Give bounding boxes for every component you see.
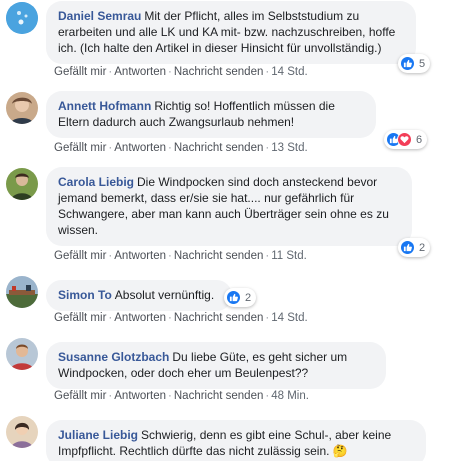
comment-actions: Gefällt mir · Antworten · Nachricht senden · 1… [54,250,307,262]
send-message-link[interactable]: Nachricht senden [174,66,264,78]
like-link[interactable]: Gefällt mir [54,66,106,78]
love-icon [397,132,412,147]
timestamp[interactable]: 14 Std. [271,312,307,324]
send-message-link[interactable]: Nachricht senden [174,390,264,402]
timestamp[interactable]: 13 Std. [271,142,307,154]
avatar[interactable] [6,2,38,34]
like-link[interactable]: Gefällt mir [54,250,106,262]
send-message-link[interactable]: Nachricht senden [174,250,264,262]
like-link[interactable]: Gefällt mir [54,390,106,402]
reaction-summary[interactable]: 6 [384,130,428,149]
like-icon [400,56,415,71]
comment-bubble: Juliane Liebig Schwierig, denn es gibt ei… [46,420,426,461]
comment-author[interactable]: Annett Hofmann [58,99,151,113]
reaction-summary[interactable]: 2 [224,288,257,307]
comment-bubble: Simon To Absolut vernünftig. [46,280,232,311]
avatar[interactable] [6,92,38,124]
reaction-summary[interactable]: 2 [398,238,431,257]
comment-bubble: Susanne Glotzbach Du liebe Güte, es geht … [46,342,386,389]
send-message-link[interactable]: Nachricht senden [174,142,264,154]
comment-actions: Gefällt mir · Antworten · Nachricht senden · 4… [54,390,309,402]
comment-bubble: Carola Liebig Die Windpocken sind doch an… [46,167,412,246]
timestamp[interactable]: 48 Min. [271,390,309,402]
comment-text: Absolut vernünftig. [114,288,215,302]
reaction-count: 5 [419,57,426,70]
comment-author[interactable]: Carola Liebig [58,175,134,189]
reaction-summary[interactable]: 5 [398,54,431,73]
like-icon [226,290,241,305]
reaction-count: 6 [416,133,423,146]
reaction-count: 2 [245,291,252,304]
comment-actions: Gefällt mir · Antworten · Nachricht senden · 1… [54,312,308,324]
comment-bubble: Annett Hofmann Richtig so! Hoffentlich mü… [46,91,376,138]
comment-author[interactable]: Juliane Liebig [58,428,138,442]
reply-link[interactable]: Antworten [114,390,166,402]
avatar[interactable] [6,338,38,370]
comment-author[interactable]: Daniel Semrau [58,9,141,23]
comment-author[interactable]: Susanne Glotzbach [58,350,169,364]
reply-link[interactable]: Antworten [114,66,166,78]
reaction-count: 2 [419,241,426,254]
avatar[interactable] [6,168,38,200]
avatar[interactable] [6,416,38,448]
comment-actions: Gefällt mir · Antworten · Nachricht senden · 1… [54,66,308,78]
comment-actions: Gefällt mir · Antworten · Nachricht senden · 1… [54,142,308,154]
like-icon [400,240,415,255]
comment-author[interactable]: Simon To [58,288,112,302]
like-link[interactable]: Gefällt mir [54,142,106,154]
comment-bubble: Daniel Semrau Mit der Pflicht, alles im S… [46,1,416,64]
avatar[interactable] [6,276,38,308]
send-message-link[interactable]: Nachricht senden [174,312,264,324]
like-link[interactable]: Gefällt mir [54,312,106,324]
timestamp[interactable]: 14 Std. [271,66,307,78]
timestamp[interactable]: 11 Std. [271,250,307,262]
reply-link[interactable]: Antworten [114,250,166,262]
reply-link[interactable]: Antworten [114,312,166,324]
reply-link[interactable]: Antworten [114,142,166,154]
